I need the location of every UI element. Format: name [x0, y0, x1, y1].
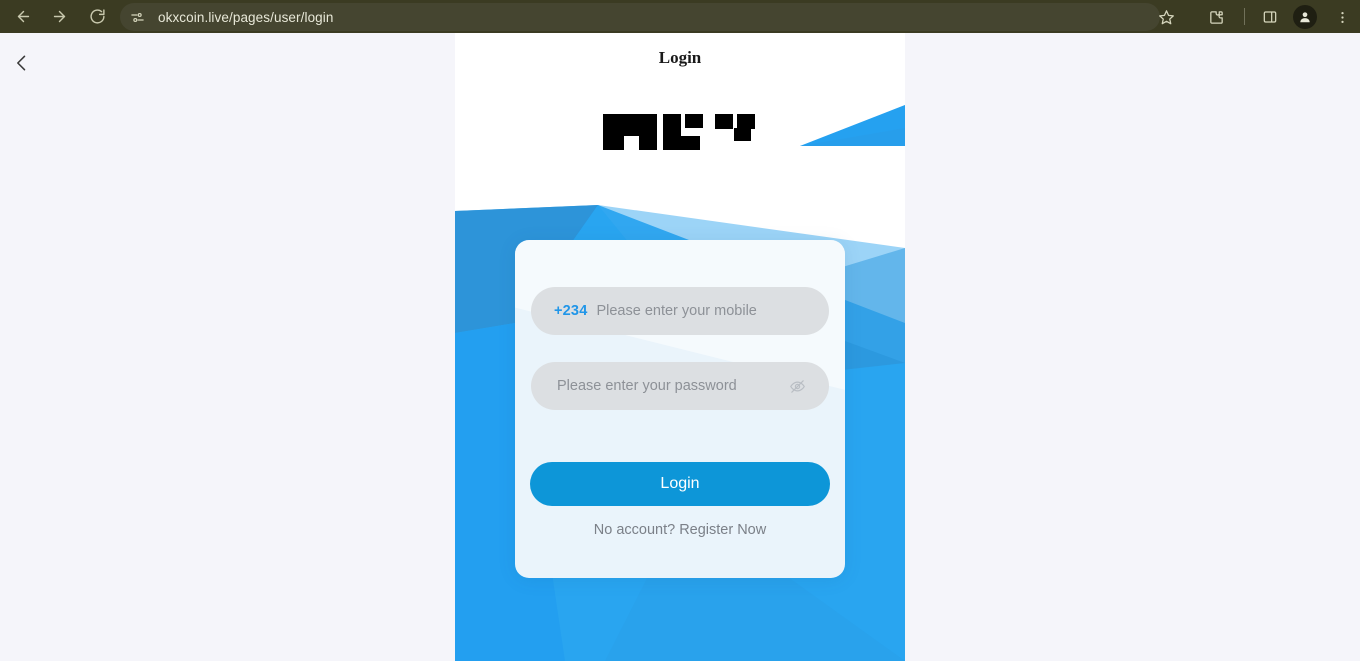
browser-back-button[interactable]	[6, 0, 40, 33]
mobile-field[interactable]: +234	[531, 287, 829, 335]
password-field[interactable]	[531, 362, 829, 410]
browser-toolbar: okxcoin.live/pages/user/login	[0, 0, 1360, 33]
login-button[interactable]: Login	[530, 462, 830, 506]
profile-avatar[interactable]	[1293, 5, 1317, 29]
page-back-chevron-icon[interactable]	[7, 48, 37, 78]
brand-logo-redacted	[603, 114, 755, 150]
page-title: Login	[658, 48, 702, 67]
toolbar-divider	[1244, 8, 1245, 25]
browser-reload-button[interactable]	[80, 0, 114, 33]
country-code-label: +234	[554, 303, 588, 319]
page-viewport: Login +234 Please enter your mobile Logi…	[0, 33, 1360, 661]
address-bar-url: okxcoin.live/pages/user/login	[158, 9, 334, 25]
password-input[interactable]	[557, 362, 762, 410]
browser-menu-icon[interactable]	[1330, 4, 1354, 30]
browser-forward-button[interactable]	[42, 0, 76, 33]
login-card: +234 Login No account? Register Now	[515, 240, 845, 578]
eye-off-icon[interactable]	[787, 376, 807, 396]
site-info-icon[interactable]	[124, 4, 150, 30]
mobile-app-frame: Login +234 Please enter your mobile Logi…	[455, 33, 905, 661]
register-link[interactable]: No account? Register Now	[515, 522, 845, 538]
bookmark-star-icon[interactable]	[1152, 3, 1180, 31]
extensions-icon[interactable]	[1203, 4, 1229, 30]
mobile-input[interactable]	[596, 287, 787, 335]
address-bar[interactable]: okxcoin.live/pages/user/login	[120, 3, 1160, 31]
side-panel-icon[interactable]	[1257, 4, 1283, 30]
